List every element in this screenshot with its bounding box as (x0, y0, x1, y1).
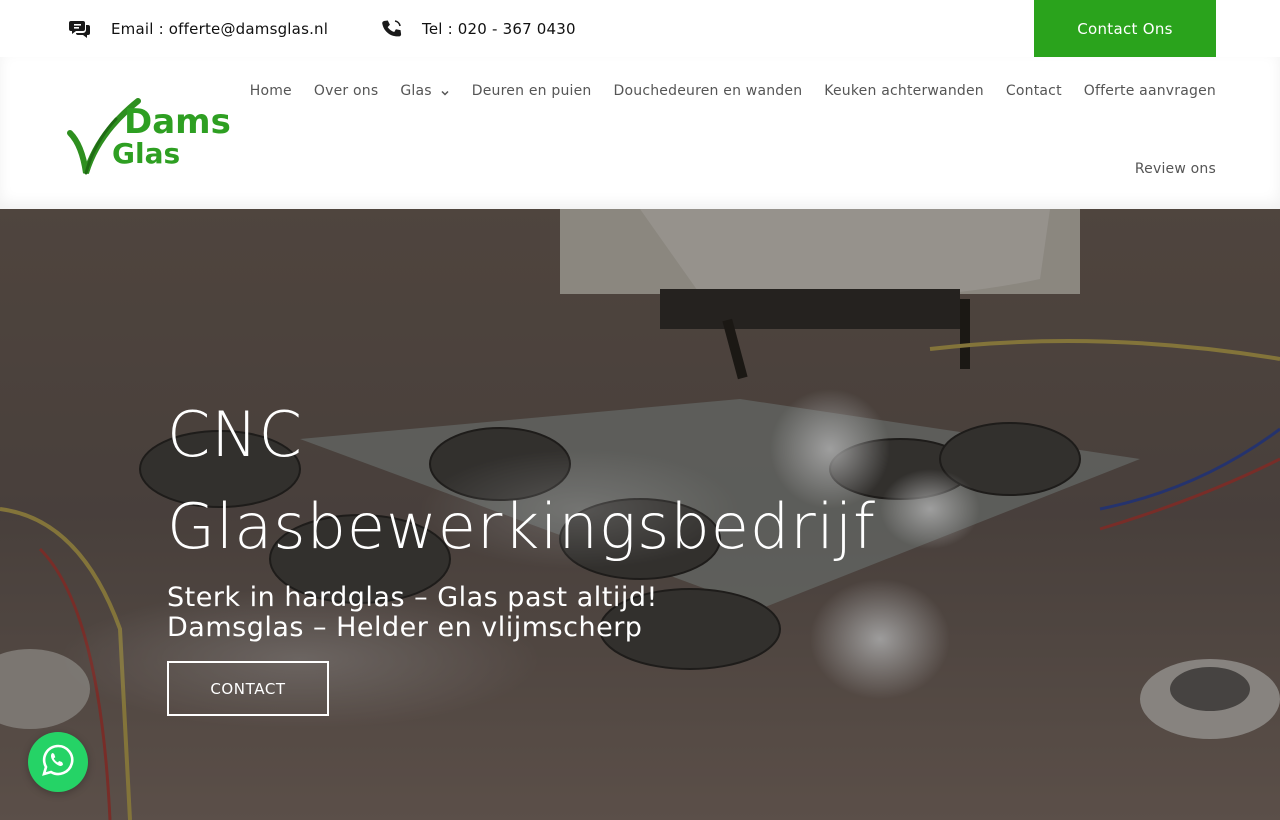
damsglas-logo[interactable]: Dams Glas (64, 93, 234, 179)
logo-dams-text: Dams (124, 102, 231, 142)
contact-ons-button[interactable]: Contact Ons (1034, 0, 1216, 57)
nav-offerte-aanvragen[interactable]: Offerte aanvragen (1062, 83, 1216, 99)
hero-title-line2: Glasbewerkingsbedrijf (167, 490, 876, 563)
email-label: Email : offerte@damsglas.nl (111, 19, 329, 38)
hero-subtitle-line2: Damsglas – Helder en vlijmscherp (167, 612, 643, 643)
whatsapp-icon (41, 743, 75, 781)
whatsapp-chat-button[interactable] (28, 732, 88, 792)
nav-over-ons[interactable]: Over ons (292, 83, 378, 99)
nav-home[interactable]: Home (228, 83, 292, 99)
chevron-down-icon (440, 86, 450, 96)
nav-glas[interactable]: Glas (378, 83, 449, 99)
main-navigation: Home Over ons Glas Deuren en puien Douch… (250, 83, 1216, 177)
nav-deuren-en-puien[interactable]: Deuren en puien (450, 83, 592, 99)
chat-bubbles-icon (68, 17, 92, 41)
phone-contact[interactable]: Tel : 020 - 367 0430 (380, 0, 576, 57)
hero-title-line1: CNC (167, 398, 303, 471)
phone-icon (380, 17, 404, 41)
hero-subtitle-line1: Sterk in hardglas – Glas past altijd! (167, 582, 658, 613)
nav-review-ons[interactable]: Review ons (1113, 161, 1216, 177)
site-header: Dams Glas Home Over ons Glas Deuren en p… (0, 57, 1280, 209)
nav-keuken-achterwanden[interactable]: Keuken achterwanden (802, 83, 984, 99)
hero-content: CNC Glasbewerkingsbedrijf Sterk in hardg… (167, 389, 876, 643)
logo-glas-text: Glas (112, 137, 180, 170)
email-contact[interactable]: Email : offerte@damsglas.nl (68, 0, 328, 57)
hero-section: CNC Glasbewerkingsbedrijf Sterk in hardg… (0, 209, 1280, 820)
nav-douchedeuren-en-wanden[interactable]: Douchedeuren en wanden (592, 83, 803, 99)
hero-title: CNC Glasbewerkingsbedrijf (167, 389, 876, 573)
nav-contact[interactable]: Contact (984, 83, 1062, 99)
nav-glas-label: Glas (400, 83, 432, 99)
hero-contact-button[interactable]: CONTACT (167, 661, 329, 716)
top-bar: Email : offerte@damsglas.nl Tel : 020 - … (0, 0, 1280, 57)
hero-subtitle: Sterk in hardglas – Glas past altijd! Da… (167, 583, 876, 643)
phone-label: Tel : 020 - 367 0430 (422, 19, 576, 38)
